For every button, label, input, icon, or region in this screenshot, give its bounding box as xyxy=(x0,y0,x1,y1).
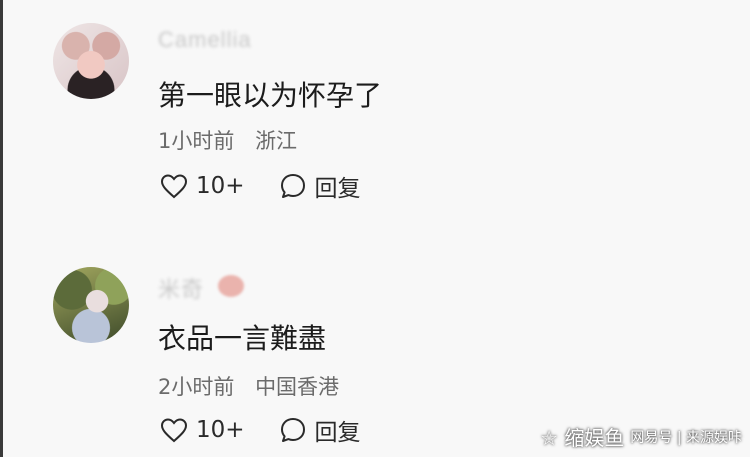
comment-location: 浙江 xyxy=(255,129,298,153)
username[interactable]: 米奇 xyxy=(158,272,204,304)
comment-text: 衣品一言難盡 xyxy=(158,322,327,355)
comment-text: 第一眼以为怀孕了 xyxy=(158,79,383,112)
heart-icon xyxy=(160,418,188,443)
avatar[interactable] xyxy=(53,23,129,99)
like-count: 10+ xyxy=(196,173,245,199)
user-badge-icon xyxy=(218,275,244,297)
watermark-main: ☆ 缩娱鱼 xyxy=(540,426,625,450)
comment-meta: 2小时前 中国香港 xyxy=(158,371,353,401)
reply-button[interactable]: 回复 xyxy=(279,413,361,447)
comment-feed: Camellia 第一眼以为怀孕了 1小时前 浙江 10+ 回复 米奇 衣品一言… xyxy=(0,0,750,457)
chat-bubble-icon xyxy=(280,174,305,198)
like-count: 10+ xyxy=(196,417,245,443)
comment-actions: 10+ 回复 xyxy=(160,170,395,202)
comment-meta: 1小时前 浙江 xyxy=(158,125,311,155)
avatar[interactable] xyxy=(53,267,129,343)
comment-time: 1小时前 xyxy=(158,129,235,153)
like-button[interactable]: 10+ xyxy=(160,417,245,443)
like-button[interactable]: 10+ xyxy=(160,173,245,199)
left-border xyxy=(0,0,3,457)
reply-button[interactable]: 回复 xyxy=(279,169,361,203)
username[interactable]: Camellia xyxy=(158,27,252,53)
comment-actions: 10+ 回复 xyxy=(160,414,395,446)
heart-icon xyxy=(160,174,188,199)
watermark-sub: 网易号 | 来源娱咔 xyxy=(630,429,742,446)
reply-label: 回复 xyxy=(314,420,361,446)
watermark: ☆ 缩娱鱼 网易号 | 来源娱咔 xyxy=(540,422,742,451)
chat-bubble-icon xyxy=(280,418,305,442)
reply-label: 回复 xyxy=(314,176,361,202)
comment-location: 中国香港 xyxy=(255,375,340,399)
comment-time: 2小时前 xyxy=(158,375,235,399)
